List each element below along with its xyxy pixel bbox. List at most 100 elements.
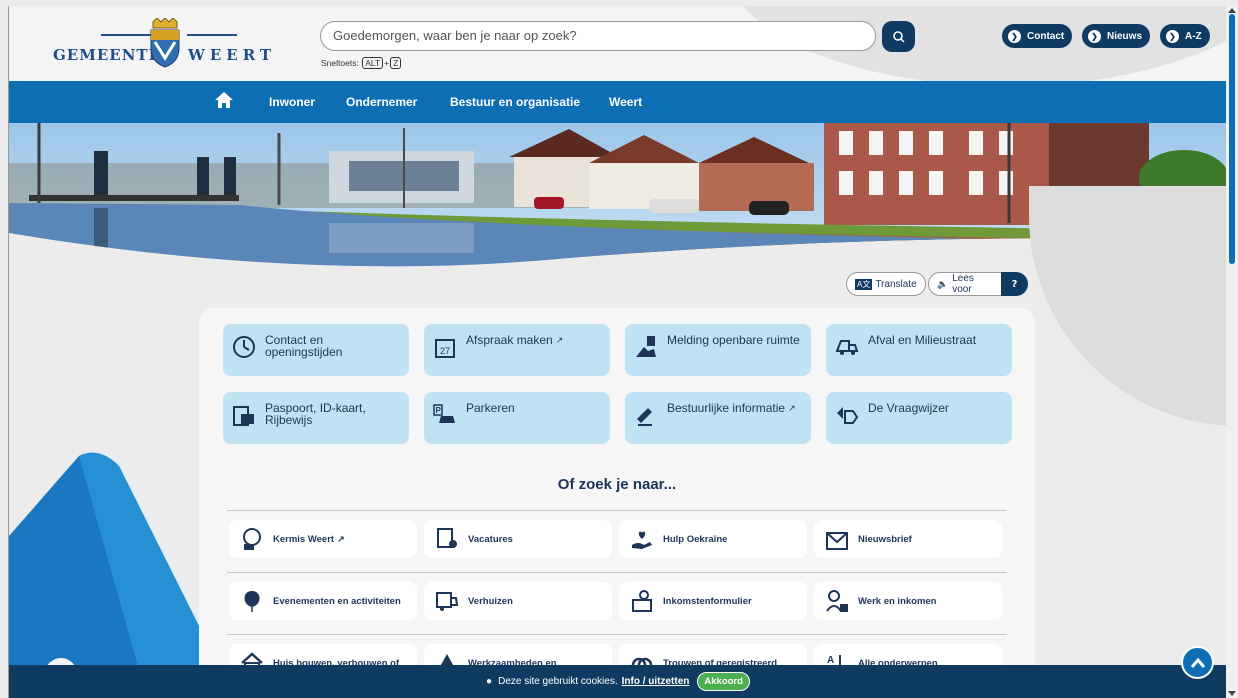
nav-item-inwoner[interactable]: Inwoner <box>269 95 315 109</box>
parking-icon: P <box>432 402 458 428</box>
nav-item-bestuur[interactable]: Bestuur en organisatie <box>450 95 580 109</box>
link-verhuizen[interactable]: Verhuizen <box>424 582 612 620</box>
link-label: Werk en inkomen <box>858 595 937 607</box>
services-card: Contact en openingstijden 27 Afspraak ma… <box>199 308 1035 698</box>
coat-of-arms-icon <box>150 18 180 68</box>
work-icon <box>824 588 850 614</box>
speaker-icon: 🔈 <box>937 278 949 289</box>
link-label: Vacatures <box>468 533 513 545</box>
help-button[interactable]: ? <box>1001 272 1028 296</box>
section-heading: Of zoek je naar... <box>557 476 677 493</box>
nav-item-ondernemer[interactable]: Ondernemer <box>346 95 417 109</box>
page-frame: GEMEENTE WEERT Goedemorgen, waar ben je … <box>8 6 1226 698</box>
tile-afspraak[interactable]: 27 Afspraak maken ↗ <box>424 324 610 376</box>
scroll-down-arrow[interactable] <box>1228 691 1236 696</box>
search-shortcut-hint: Sneltoets: ALT + Z <box>321 57 402 69</box>
tile-label: Parkeren <box>466 401 515 415</box>
clock-icon <box>231 334 257 360</box>
shortcut-key-alt: ALT <box>362 57 384 69</box>
search-icon <box>892 30 905 43</box>
link-label: Nieuwsbrief <box>858 533 912 545</box>
tile-afval[interactable]: Afval en Milieustraat <box>826 324 1012 376</box>
heart-hand-icon <box>629 526 655 552</box>
tile-paspoort[interactable]: Paspoort, ID-kaart, Rijbewijs <box>223 392 409 444</box>
tile-melding[interactable]: Melding openbare ruimte <box>625 324 811 376</box>
lees-voor-button[interactable]: 🔈 Lees voor <box>928 272 1003 296</box>
form-icon <box>629 588 655 614</box>
chevron-right-icon: ❯ <box>1088 29 1101 43</box>
cookie-accept-button[interactable]: Akkoord <box>697 672 750 691</box>
link-nieuwsbrief[interactable]: Nieuwsbrief <box>814 520 1002 558</box>
logo-word-gemeente: GEMEENTE <box>53 46 162 64</box>
truck-icon <box>834 334 860 360</box>
external-link-icon: ↗ <box>555 335 564 345</box>
contact-button-label: Contact <box>1027 30 1065 42</box>
link-label: Kermis Weert <box>273 533 335 545</box>
link-hulp-oekraine[interactable]: Hulp Oekraïne <box>619 520 807 558</box>
balloon-icon <box>239 588 265 614</box>
tile-vraagwijzer[interactable]: De Vraagwijzer <box>826 392 1012 444</box>
link-evenementen[interactable]: Evenementen en activiteiten <box>229 582 417 620</box>
cookie-text: Deze site gebruikt cookies. <box>498 676 618 687</box>
nav-item-weert[interactable]: Weert <box>609 95 642 109</box>
link-werk-en-inkomen[interactable]: Werk en inkomen <box>814 582 1002 620</box>
divider <box>227 572 1007 573</box>
gavel-icon <box>633 402 659 428</box>
scroll-thumb[interactable] <box>1229 14 1235 264</box>
shortcut-plus: + <box>384 58 390 68</box>
link-kermis[interactable]: Kermis Weert ↗ <box>229 520 417 558</box>
tile-parkeren[interactable]: P Parkeren <box>424 392 610 444</box>
tile-bestuurlijke-informatie[interactable]: Bestuurlijke informatie ↗ <box>625 392 811 444</box>
link-label: Inkomstenformulier <box>663 595 752 607</box>
translate-button[interactable]: A文 Translate <box>846 272 926 296</box>
divider <box>227 510 1007 511</box>
tile-label: Afval en Milieustraat <box>868 333 977 347</box>
main-navigation: Inwoner Ondernemer Bestuur en organisati… <box>9 81 1226 123</box>
site-header: GEMEENTE WEERT Goedemorgen, waar ben je … <box>9 6 1226 86</box>
home-icon <box>215 92 233 108</box>
chevron-right-icon: ❯ <box>1008 29 1021 43</box>
tile-label: De Vraagwijzer <box>868 401 949 415</box>
logo-line-right <box>187 34 237 36</box>
shortcut-label: Sneltoets: <box>321 58 359 68</box>
translate-icon: A文 <box>855 278 873 290</box>
link-inkomstenformulier[interactable]: Inkomstenformulier <box>619 582 807 620</box>
scroll-up-arrow[interactable] <box>1228 8 1236 13</box>
id-card-icon <box>231 402 257 428</box>
tile-label: Bestuurlijke informatie <box>667 401 786 415</box>
link-vacatures[interactable]: Vacatures <box>424 520 612 558</box>
background-decoration-arc <box>1029 186 1226 426</box>
ferris-wheel-icon <box>239 526 265 552</box>
divider <box>227 634 1007 635</box>
nieuws-button-label: Nieuws <box>1107 30 1143 42</box>
envelope-icon <box>824 526 850 552</box>
a-z-button-label: A-Z <box>1185 30 1202 42</box>
home-link[interactable] <box>214 91 234 113</box>
tile-label: Melding openbare ruimte <box>667 333 800 347</box>
search-button[interactable] <box>882 21 915 52</box>
page-scrollbar[interactable] <box>1226 6 1238 698</box>
external-link-icon: ↗ <box>788 403 796 413</box>
link-label: Hulp Oekraïne <box>663 533 728 545</box>
tile-contact[interactable]: Contact en openingstijden <box>223 324 409 376</box>
moving-truck-icon <box>434 588 460 614</box>
shortcut-key-z: Z <box>390 57 402 69</box>
link-label: Verhuizen <box>468 595 513 607</box>
site-logo[interactable]: GEMEENTE WEERT <box>53 18 283 68</box>
nieuws-button[interactable]: ❯ Nieuws <box>1082 24 1151 48</box>
svg-text:P: P <box>436 406 442 415</box>
a-z-button[interactable]: ❯ A-Z <box>1160 24 1210 48</box>
tile-label: Afspraak maken <box>466 333 553 347</box>
chevron-right-icon: ❯ <box>1166 29 1179 43</box>
chevron-up-icon <box>1190 657 1205 668</box>
contact-button[interactable]: ❯ Contact <box>1002 24 1073 48</box>
tile-label: Paspoort, ID-kaart, Rijbewijs <box>265 401 366 427</box>
back-to-top-button[interactable] <box>1181 646 1214 679</box>
translate-label: Translate <box>875 278 917 290</box>
tile-label: Contact en openingstijden <box>265 333 343 359</box>
cookie-info-link[interactable]: Info / uitzetten <box>622 676 690 687</box>
svg-text:27: 27 <box>440 346 450 356</box>
link-label: Evenementen en activiteiten <box>273 595 401 607</box>
cookie-banner: ● Deze site gebruikt cookies. Info / uit… <box>9 665 1226 698</box>
search-input[interactable]: Goedemorgen, waar ben je naar op zoek? <box>320 21 876 51</box>
